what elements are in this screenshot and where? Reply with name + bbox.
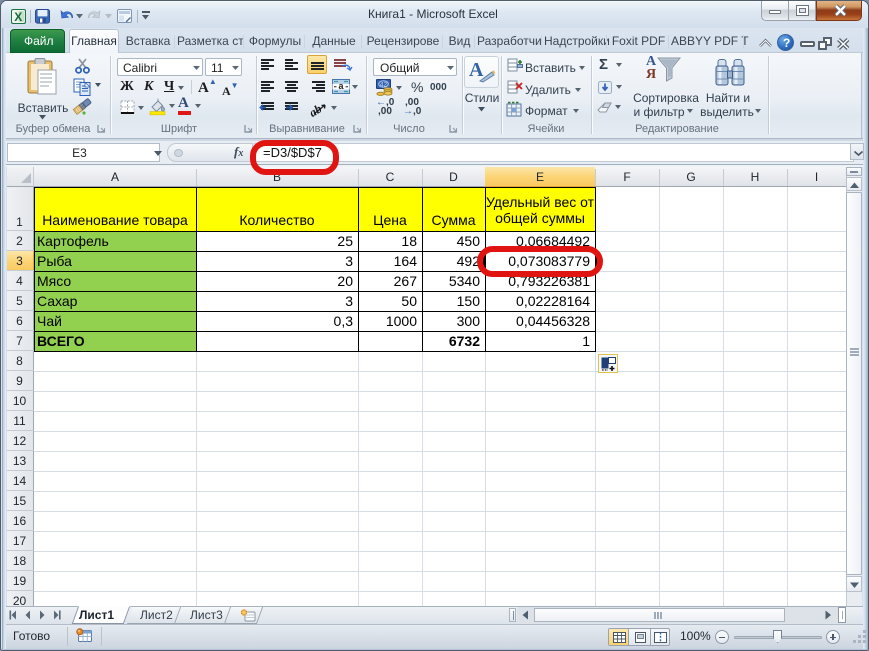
svg-text:X: X xyxy=(14,10,22,24)
